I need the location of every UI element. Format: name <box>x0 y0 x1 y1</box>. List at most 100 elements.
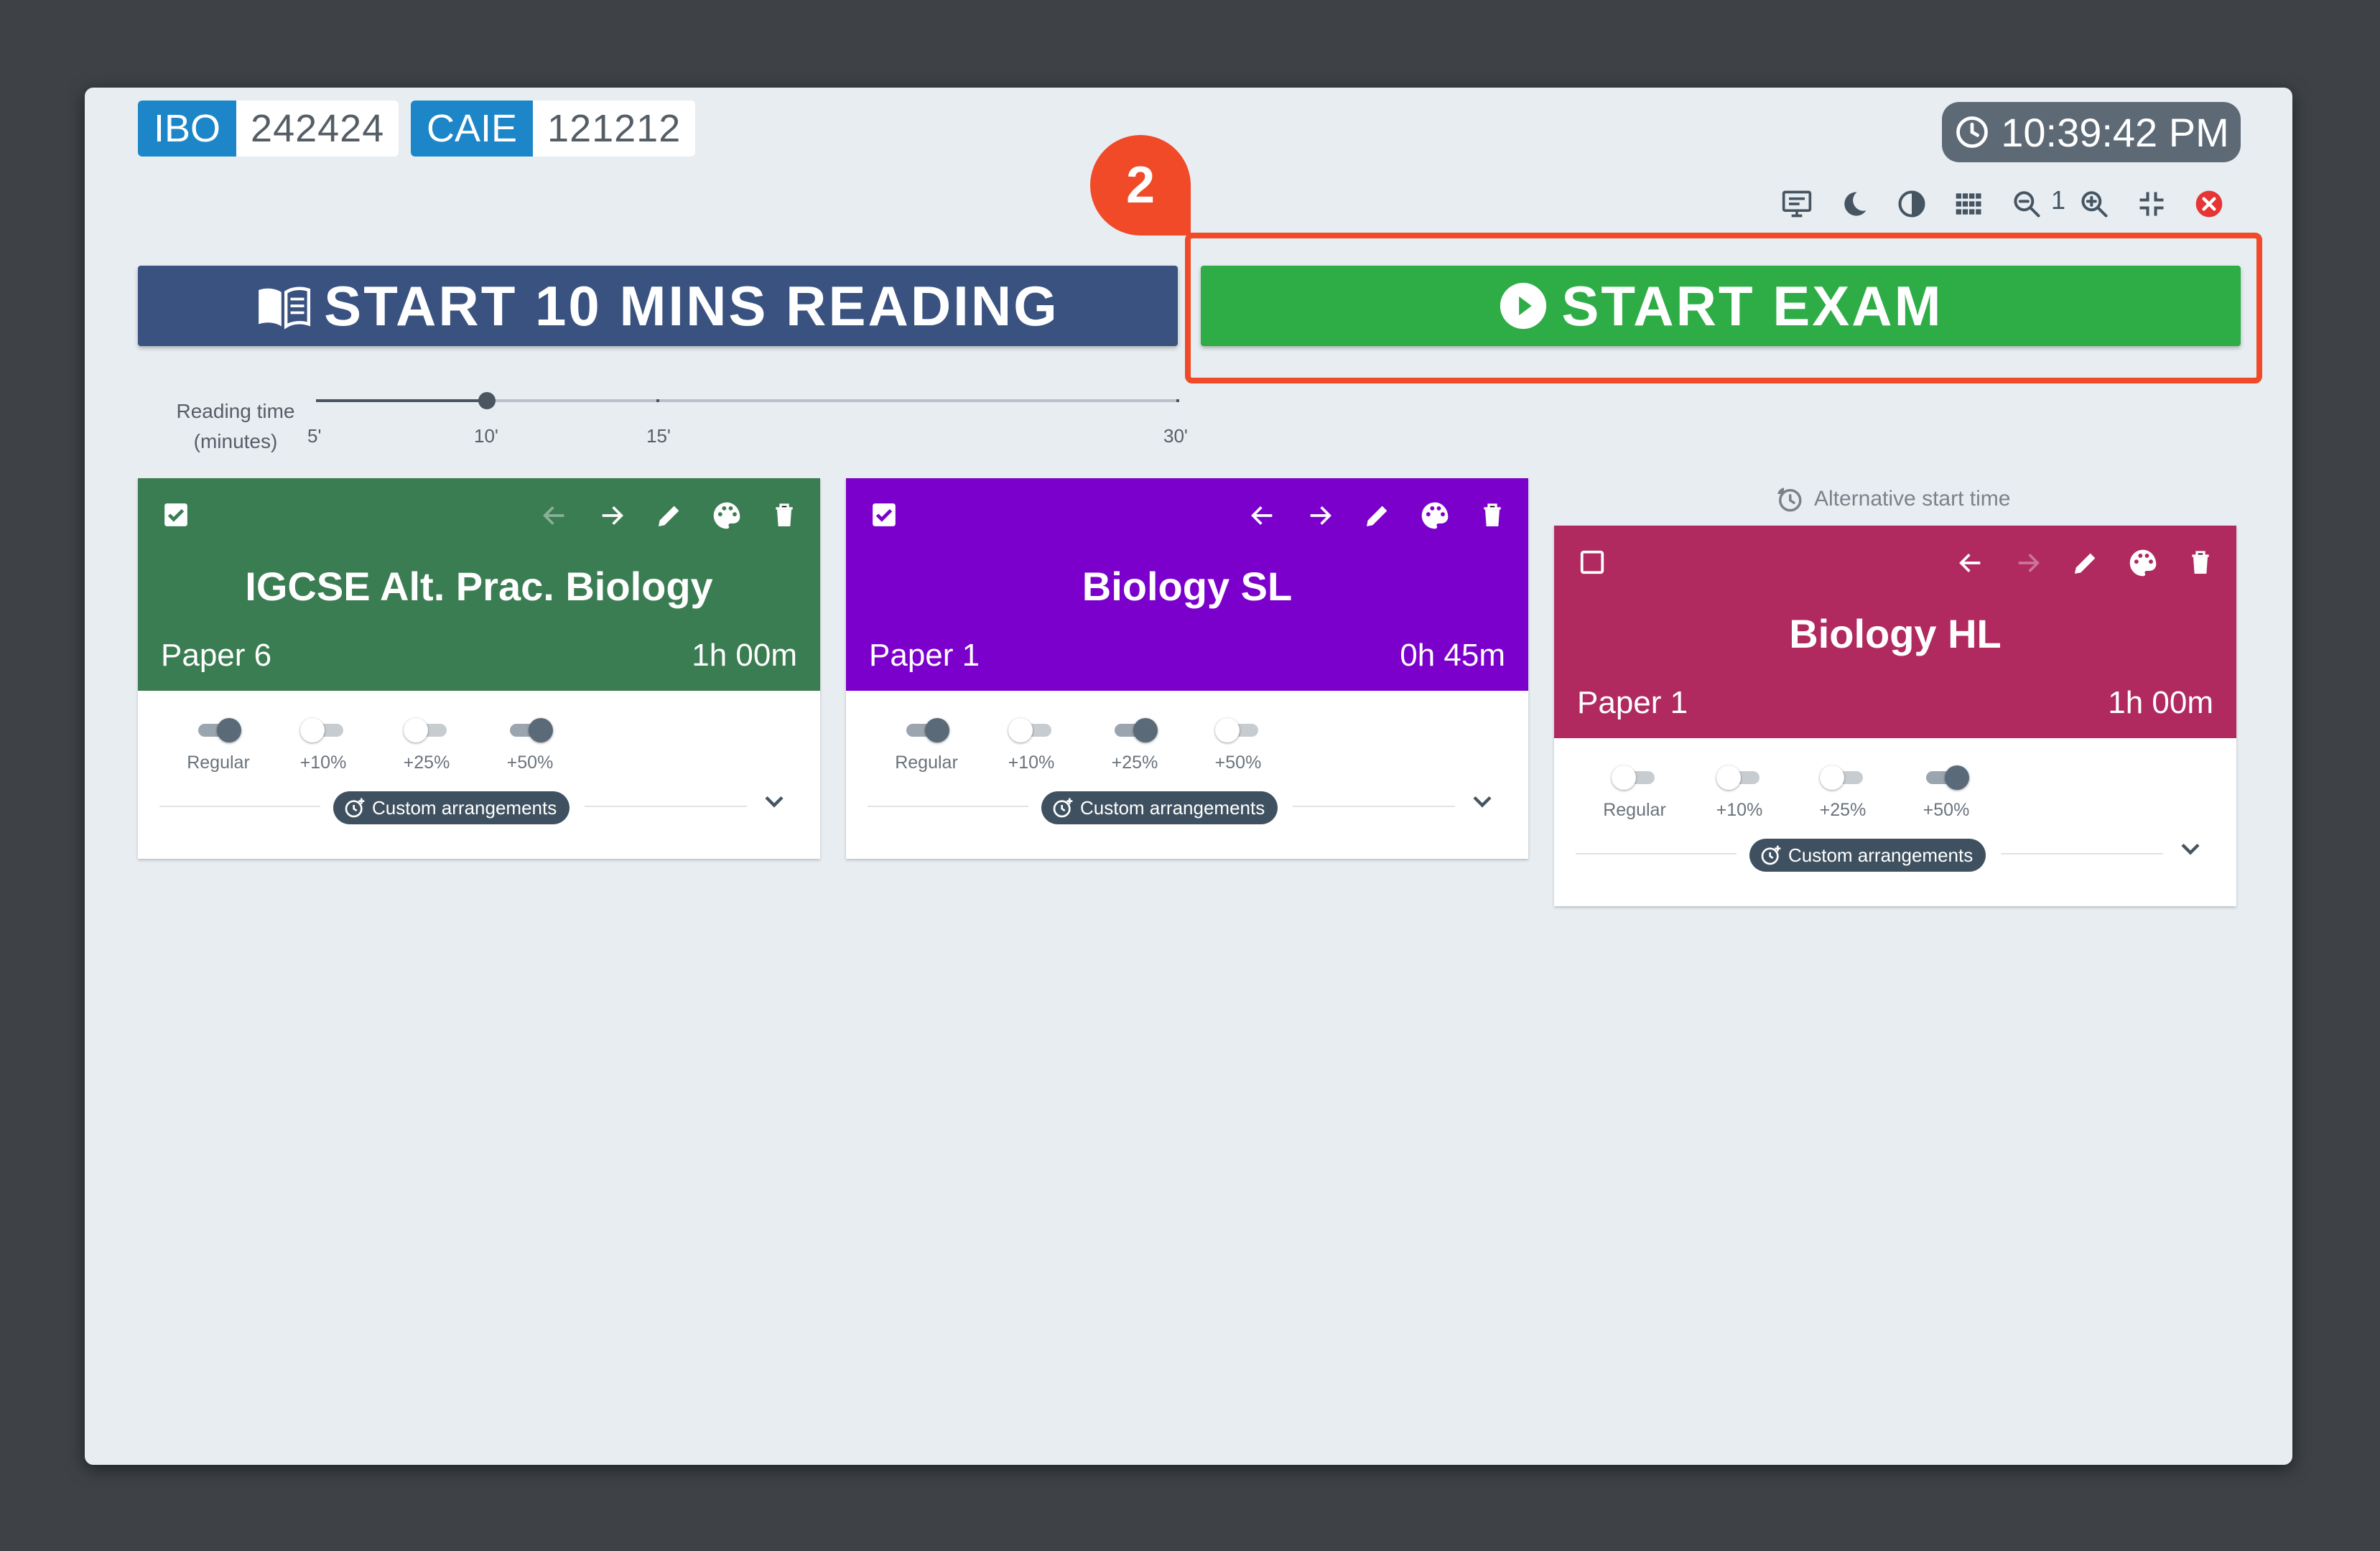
edit-icon[interactable] <box>652 498 687 533</box>
checkbox-checked-icon[interactable] <box>870 501 898 528</box>
zoom-level: 1 <box>2051 185 2066 215</box>
arrow-left-icon[interactable] <box>1953 546 1988 580</box>
trash-icon[interactable] <box>2183 546 2218 580</box>
exam-card-title: IGCSE Alt. Prac. Biology <box>245 564 713 609</box>
board-label: CAIE <box>411 101 534 157</box>
close-icon[interactable] <box>2189 184 2229 224</box>
session-number: 242424 <box>251 107 385 150</box>
slider-tick <box>656 399 659 402</box>
zoom-in-icon[interactable] <box>2074 184 2114 224</box>
toggle-label: +25% <box>403 753 450 773</box>
start-reading-button[interactable]: START 10 MINS READING <box>138 266 1178 346</box>
toggle-label: Regular <box>187 753 250 773</box>
toggle-plus-50[interactable]: +50% <box>480 718 580 773</box>
session-code-caie[interactable]: CAIE 121212 <box>411 101 696 157</box>
reading-time-slider-thumb[interactable] <box>478 392 496 409</box>
exam-card-header: Biology HL Paper 1 1h 00m <box>1554 526 2236 738</box>
exit-fullscreen-icon[interactable] <box>2132 184 2172 224</box>
exam-card-header: IGCSE Alt. Prac. Biology Paper 6 1h 00m <box>138 478 820 691</box>
divider <box>1293 806 1455 807</box>
arrow-left-icon <box>537 498 572 533</box>
palette-icon[interactable] <box>2126 546 2160 580</box>
toggle-label: Regular <box>1603 800 1666 820</box>
toggle-label: +10% <box>299 753 347 773</box>
zoom-out-icon[interactable] <box>2007 184 2047 224</box>
edit-icon[interactable] <box>2068 546 2103 580</box>
arrow-right-icon[interactable] <box>595 498 629 533</box>
toggle-label: +50% <box>1214 753 1262 773</box>
toggle-plus-25[interactable]: +25% <box>1793 765 1893 821</box>
toggle-plus-50[interactable]: +50% <box>1896 765 1996 821</box>
start-reading-label: START 10 MINS READING <box>324 274 1059 337</box>
divider <box>868 806 1028 807</box>
edit-icon[interactable] <box>1360 498 1395 533</box>
toggle-label: +10% <box>1716 800 1763 820</box>
clock: 10:39:42 PM <box>1942 102 2241 162</box>
book-icon <box>259 287 311 330</box>
divider <box>1576 853 1737 854</box>
clock-icon <box>1956 116 1989 148</box>
palette-icon[interactable] <box>710 498 744 533</box>
custom-arrangements-label: Custom arrangements <box>1788 844 1974 866</box>
exam-card-paper: Paper 1 <box>869 638 980 673</box>
toggle-label: +10% <box>1008 753 1055 773</box>
toggle-label: +50% <box>1923 800 1970 820</box>
exam-card-header: Biology SL Paper 1 0h 45m <box>846 478 1528 691</box>
tutorial-highlight <box>1185 233 2262 383</box>
toggle-plus-25[interactable]: +25% <box>376 718 477 773</box>
custom-arrangements-button[interactable]: Custom arrangements <box>333 791 570 824</box>
presentation-icon[interactable] <box>1777 184 1817 224</box>
alternative-start-time[interactable]: Alternative start time <box>1774 484 2010 514</box>
timer-add-icon <box>1761 845 1781 865</box>
toggle-regular[interactable]: Regular <box>168 718 269 773</box>
reading-time-label-line1: Reading time <box>176 400 295 422</box>
chevron-down-icon[interactable] <box>1466 786 1498 817</box>
exam-card: IGCSE Alt. Prac. Biology Paper 6 1h 00m … <box>138 478 820 859</box>
toggle-label: Regular <box>895 753 958 773</box>
trash-icon[interactable] <box>1475 498 1510 533</box>
exam-card-title: Biology SL <box>1082 564 1293 609</box>
contrast-icon[interactable] <box>1892 184 1932 224</box>
arrow-left-icon[interactable] <box>1245 498 1280 533</box>
toggle-plus-10[interactable]: +10% <box>273 718 373 773</box>
slider-tick-label: 30' <box>1163 425 1188 447</box>
exam-card-body: Regular +10% +25% +50% Custom arrangemen… <box>138 691 820 859</box>
palette-icon[interactable] <box>1418 498 1452 533</box>
slider-tick-label: 10' <box>474 425 498 447</box>
toggle-regular[interactable]: Regular <box>1584 765 1685 821</box>
trash-icon[interactable] <box>767 498 801 533</box>
custom-arrangements-button[interactable]: Custom arrangements <box>1749 839 1986 872</box>
step-number: 2 <box>1125 157 1156 214</box>
slider-tick-label: 15' <box>646 425 671 447</box>
exam-card-duration: 1h 00m <box>692 638 797 673</box>
grid-icon[interactable] <box>1949 184 1989 224</box>
toggle-plus-10[interactable]: +10% <box>1689 765 1790 821</box>
slider-tick-label: 5' <box>307 425 322 447</box>
custom-arrangements-button[interactable]: Custom arrangements <box>1041 791 1278 824</box>
app-window: IBO 242424 CAIE 121212 10:39:42 PM 1 STA… <box>85 88 2292 1465</box>
exam-card-body: Regular +10% +25% +50% Custom arrangemen… <box>1554 738 2236 906</box>
exam-card-body: Regular +10% +25% +50% Custom arrangemen… <box>846 691 1528 859</box>
exam-card-paper: Paper 1 <box>1577 685 1688 720</box>
toggle-regular[interactable]: Regular <box>876 718 977 773</box>
toggle-label: +50% <box>506 753 554 773</box>
toggle-plus-25[interactable]: +25% <box>1084 718 1185 773</box>
reading-time-label: Reading time (minutes) <box>149 396 322 457</box>
arrow-right-icon <box>2011 546 2045 580</box>
dark-mode-icon[interactable] <box>1834 184 1874 224</box>
chevron-down-icon[interactable] <box>758 786 790 817</box>
checkbox-checked-icon[interactable] <box>162 501 190 528</box>
chevron-down-icon[interactable] <box>2175 833 2206 865</box>
session-number: 121212 <box>547 107 682 150</box>
checkbox-unchecked-icon[interactable] <box>1579 549 1606 576</box>
exam-card: Biology HL Paper 1 1h 00m Regular +10% +… <box>1554 526 2236 906</box>
toggle-plus-50[interactable]: +50% <box>1188 718 1288 773</box>
alternative-start-time-label: Alternative start time <box>1814 487 2011 511</box>
toggle-plus-10[interactable]: +10% <box>981 718 1082 773</box>
clock-time: 10:39:42 PM <box>2001 109 2229 155</box>
arrow-right-icon[interactable] <box>1303 498 1337 533</box>
exam-card-duration: 1h 00m <box>2108 685 2213 720</box>
session-code-ibo[interactable]: IBO 242424 <box>138 101 399 157</box>
divider <box>159 806 320 807</box>
toggle-label: +25% <box>1111 753 1158 773</box>
